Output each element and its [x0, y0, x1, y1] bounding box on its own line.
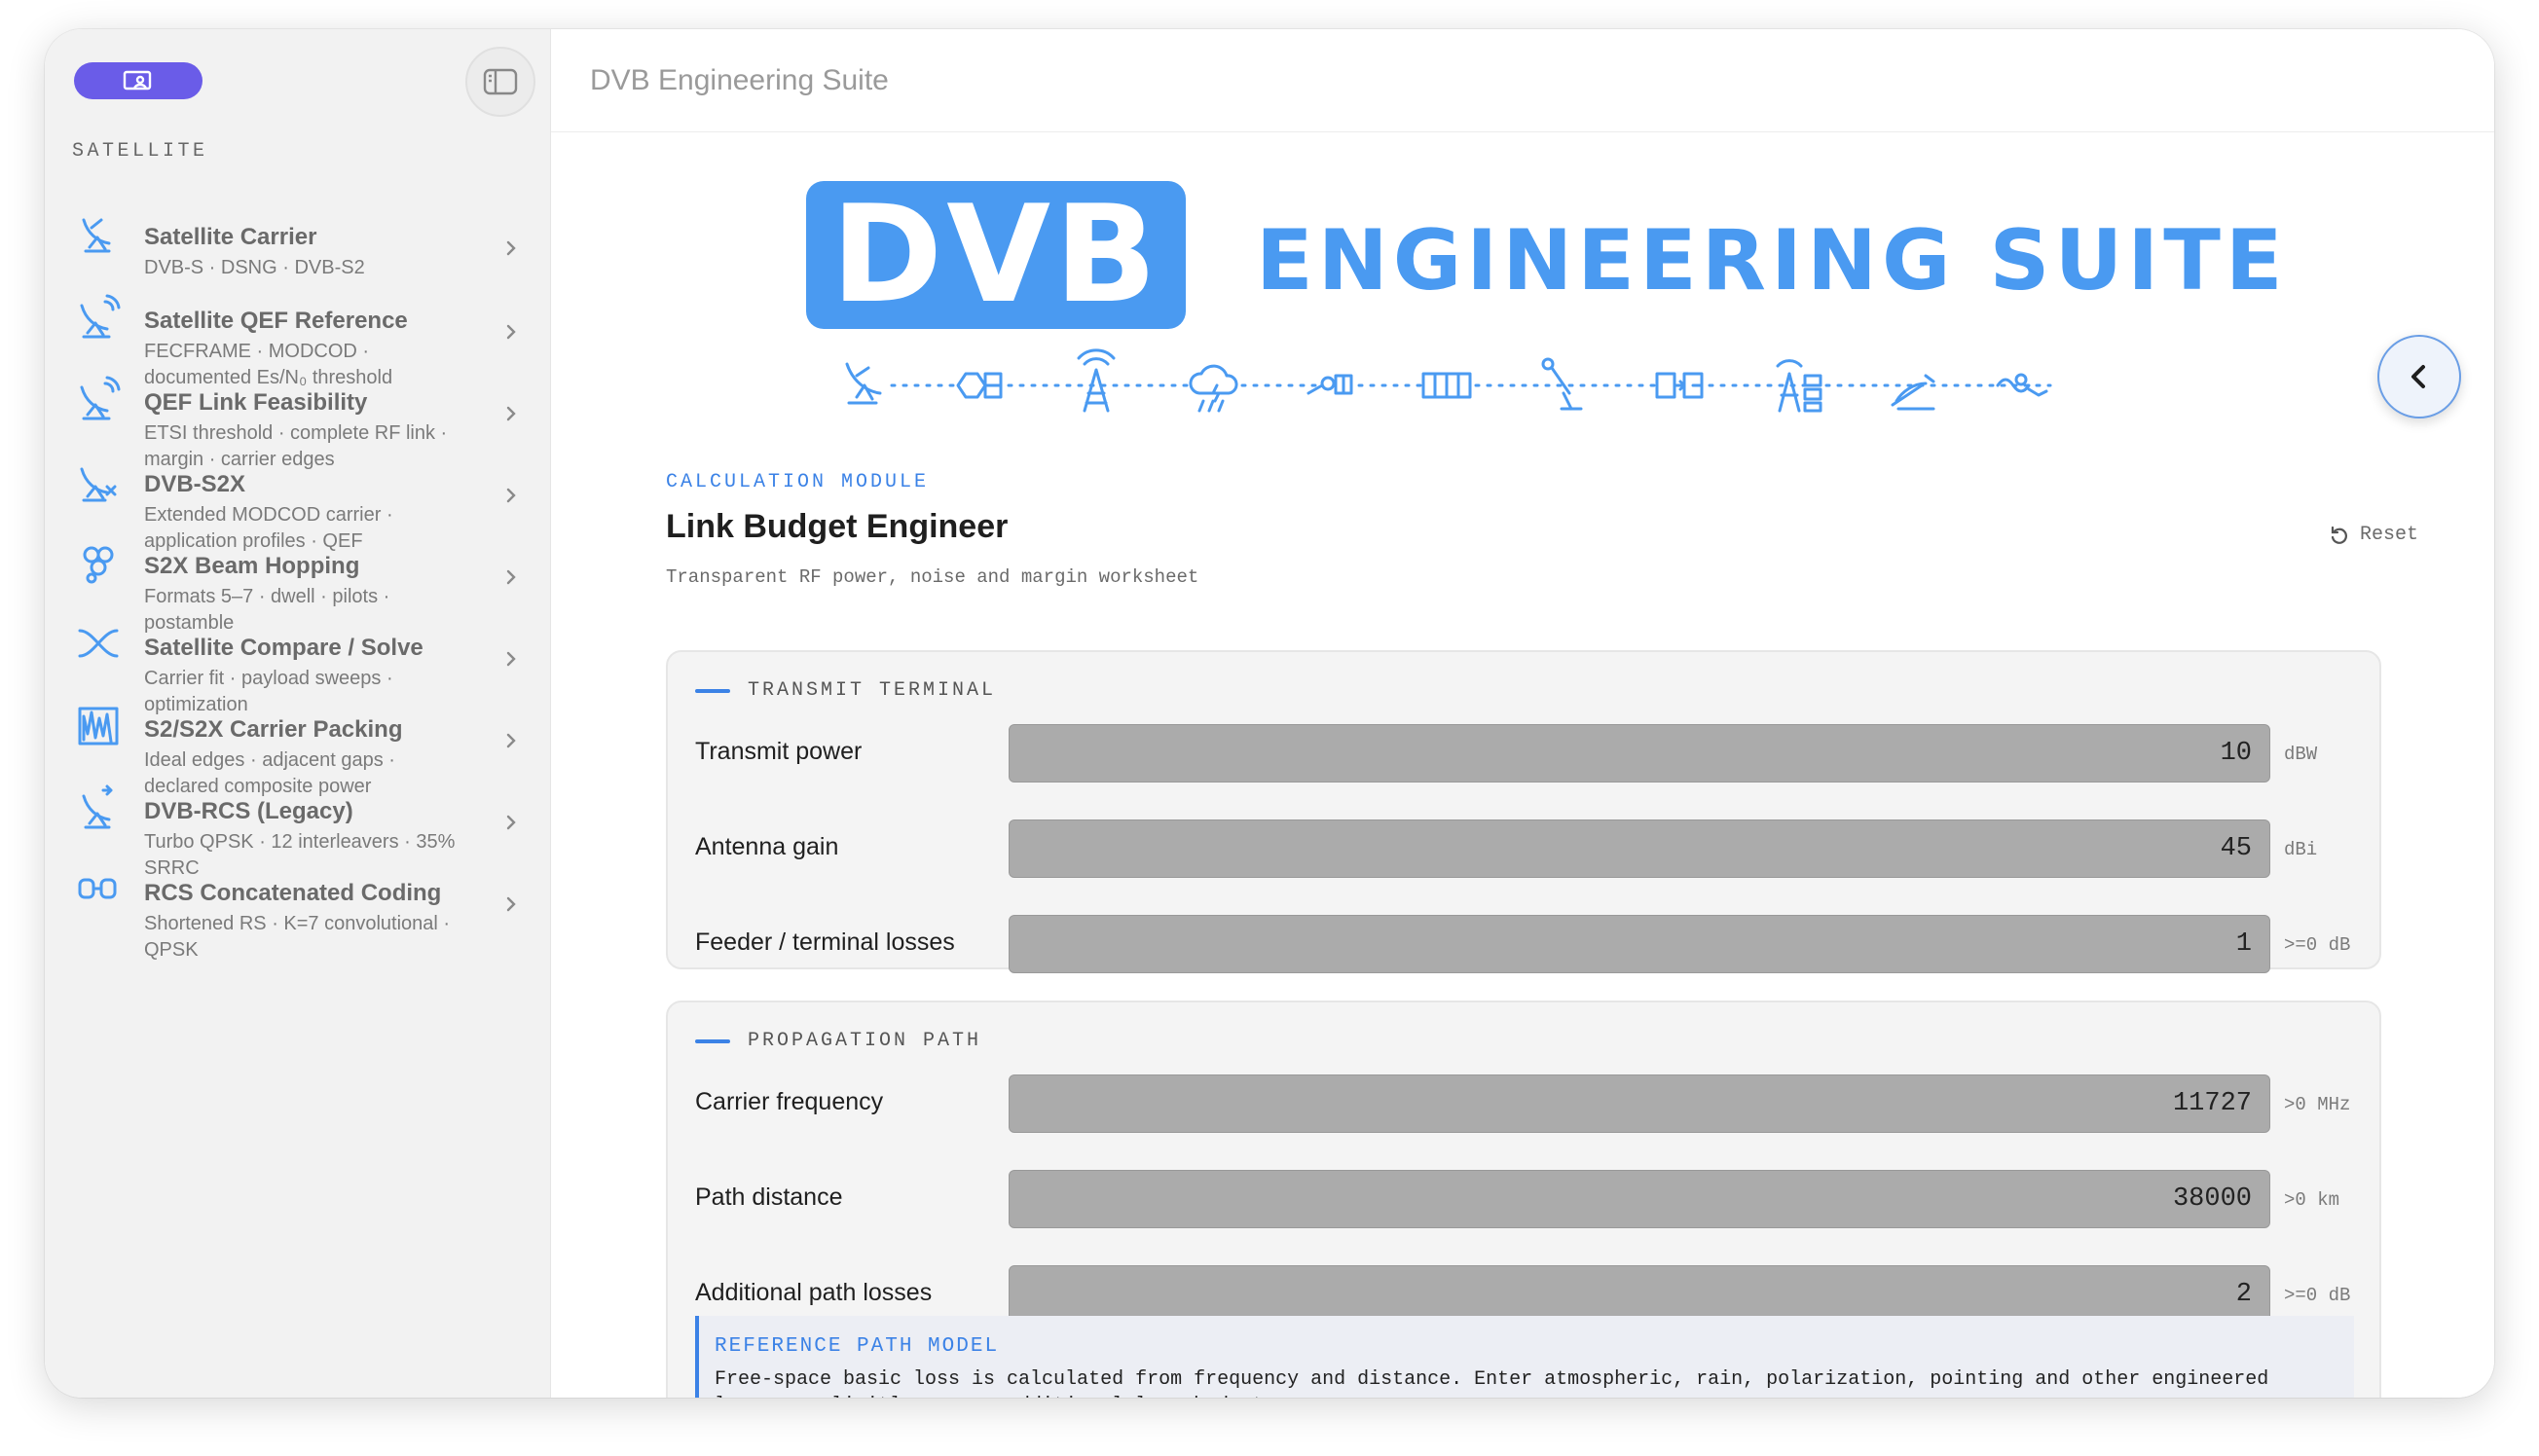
unit-label: dBW [2284, 744, 2318, 765]
chevron-left-icon [2411, 365, 2425, 388]
top-bar: DVB Engineering Suite [551, 29, 2494, 132]
sidebar-item-rcs-concatenated-coding[interactable]: RCS Concatenated Coding Shortened RS · K=… [45, 796, 551, 961]
app-title: DVB Engineering Suite [590, 64, 889, 96]
modulator-icon [956, 372, 1003, 399]
back-button[interactable] [2377, 335, 2461, 419]
heading-dash [695, 1038, 730, 1043]
main-content: DVB ENGINEERING SUITE CALCULATION MODULE… [551, 132, 2494, 1398]
numeric-input[interactable]: 2 [1009, 1265, 2270, 1324]
field-label: Antenna gain [695, 833, 839, 860]
tower-icon [1077, 348, 1116, 413]
logo-dvb: DVB [806, 181, 1186, 329]
numeric-input[interactable]: 11727 [1009, 1074, 2270, 1133]
hub-icon [1776, 359, 1822, 413]
chevron-right-icon [506, 896, 516, 912]
propagation-heading-text: PROPAGATION PATH [748, 1030, 982, 1052]
reset-label: Reset [2360, 524, 2419, 546]
unit-label: >0 MHz [2284, 1094, 2351, 1115]
reference-text: Free-space basic loss is calculated from… [715, 1368, 2269, 1398]
reset-button[interactable]: Reset [2329, 524, 2418, 546]
input-value: 45 [2220, 834, 2252, 863]
unit-label: dBi [2284, 839, 2318, 860]
input-value: 11727 [2172, 1089, 2252, 1118]
heading-dash [695, 688, 730, 693]
field-label: Transmit power [695, 738, 863, 765]
field-label: Carrier frequency [695, 1088, 884, 1115]
rain-cloud-icon [1189, 364, 1238, 413]
sidebar-item-title: RCS Concatenated Coding [144, 880, 442, 906]
field-label: Path distance [695, 1183, 843, 1211]
converter-icon [1655, 372, 1704, 399]
satellite-pointing-icon [1891, 374, 1935, 411]
propagation-heading: PROPAGATION PATH [695, 1030, 981, 1052]
module-label: CALCULATION MODULE [666, 471, 930, 493]
filter-bank-icon [1421, 372, 1472, 399]
concatenated-coding-icon [78, 878, 117, 899]
reference-title: REFERENCE PATH MODEL [715, 1335, 1000, 1358]
reference-path-model-note: REFERENCE PATH MODEL Free-space basic lo… [695, 1316, 2354, 1398]
sidebar-toggle-icon [483, 68, 518, 95]
module-title: Link Budget Engineer [666, 508, 1009, 545]
sidebar-toggle-button[interactable] [465, 47, 535, 117]
unit-label: >=0 dB [2284, 934, 2351, 956]
reset-icon [2331, 526, 2347, 544]
numeric-input[interactable]: 45 [1009, 819, 2270, 878]
input-value: 1 [2235, 929, 2252, 959]
field-label: Additional path losses [695, 1279, 933, 1306]
unit-label: >=0 dB [2284, 1285, 2351, 1306]
field-label: Feeder / terminal losses [695, 928, 955, 956]
propagation-path-card: PROPAGATION PATH Carrier frequency 11727 >… [666, 1001, 2381, 1398]
numeric-input[interactable]: 38000 [1009, 1170, 2270, 1228]
sidebar: SATELLITE Satellite Carrier DVB-S · DSNG … [45, 29, 551, 1398]
input-value: 38000 [2172, 1184, 2252, 1214]
transmit-heading-text: TRANSMIT TERMINAL [748, 679, 997, 702]
transmit-terminal-card: TRANSMIT TERMINAL Transmit power 10 dBW Ant… [666, 650, 2381, 973]
input-value: 10 [2220, 739, 2252, 768]
app-switcher-button[interactable] [74, 62, 202, 99]
signal-chain-illustration [845, 348, 2052, 413]
sidebar-item-subtitle: Shortened RS · K=7 convolutional · QPSK [144, 913, 451, 961]
numeric-input[interactable]: 1 [1009, 915, 2270, 973]
dish-icon [845, 362, 882, 405]
input-value: 2 [2235, 1280, 2252, 1309]
app-window: SATELLITE Satellite Carrier DVB-S · DSNG … [45, 29, 2494, 1398]
monitor-user-icon [123, 70, 152, 91]
transmit-heading: TRANSMIT TERMINAL [695, 679, 996, 702]
unit-label: >0 km [2284, 1189, 2340, 1211]
module-subtitle: Transparent RF power, noise and margin w… [666, 566, 1199, 588]
numeric-input[interactable]: 10 [1009, 724, 2270, 783]
logo-wordmark: ENGINEERING SUITE [1256, 212, 2288, 309]
